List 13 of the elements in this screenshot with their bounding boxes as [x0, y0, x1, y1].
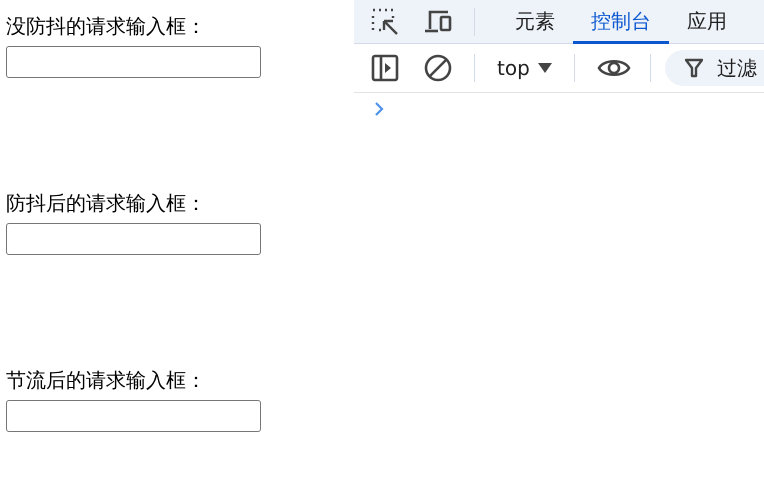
- field-label: 节流后的请求输入框：: [6, 367, 207, 394]
- prompt-chevron-icon: [374, 101, 384, 117]
- input-field[interactable]: [6, 223, 261, 255]
- panel-tab[interactable]: 控制台: [573, 0, 669, 44]
- filter-field[interactable]: 过滤: [664, 50, 764, 86]
- caret-icon: [538, 63, 552, 73]
- field-label: 防抖后的请求输入框：: [6, 190, 207, 217]
- panel-tab[interactable]: 应用: [669, 0, 745, 44]
- field-label: 没防抖的请求输入框：: [6, 13, 207, 40]
- input-field[interactable]: [6, 400, 261, 432]
- panel-tab[interactable]: 元素: [497, 0, 573, 44]
- context-dropdown[interactable]: top: [497, 56, 552, 80]
- input-field[interactable]: [6, 46, 261, 78]
